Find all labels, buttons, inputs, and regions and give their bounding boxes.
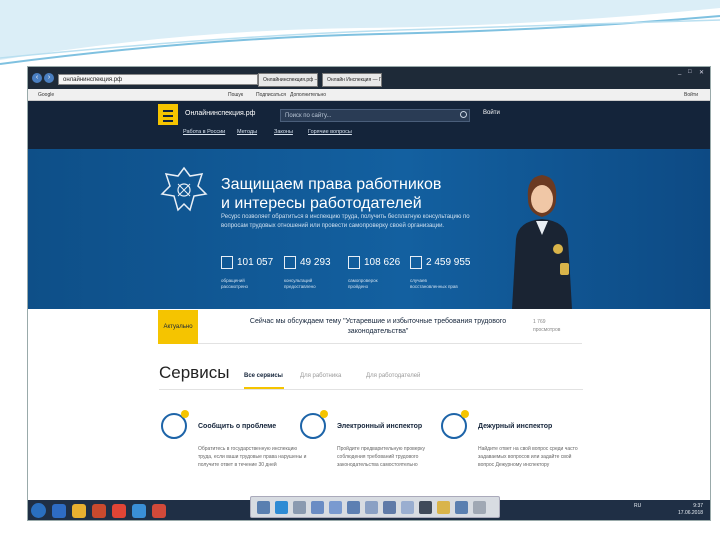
bookmark-search-engine[interactable]: Google bbox=[38, 92, 54, 98]
stat-label-line: предоставлено bbox=[284, 284, 316, 289]
document-icon bbox=[348, 256, 360, 269]
stat-label: консультаций предоставлено bbox=[284, 278, 316, 290]
stat-label: самопроверок пройдено bbox=[348, 278, 378, 290]
service-card-desc: Обратитесь в государственную инспекцию т… bbox=[198, 446, 307, 468]
bookmarks-bar: Google Пошук Подписаться Дополнительно В… bbox=[28, 89, 710, 101]
browser-tab-bar: ‹ › онлайнинспекция.рф Онлайнинспекция.р… bbox=[28, 67, 710, 89]
dock-icon[interactable] bbox=[347, 501, 360, 514]
divider bbox=[159, 389, 583, 390]
mail-icon bbox=[221, 256, 233, 269]
search-icon[interactable] bbox=[460, 111, 467, 118]
dock-icon[interactable] bbox=[329, 501, 342, 514]
address-bar[interactable]: онлайнинспекция.рф bbox=[58, 74, 258, 85]
inspector-photo bbox=[512, 175, 572, 309]
services-title: Сервисы bbox=[159, 363, 230, 382]
maximize-icon[interactable]: □ bbox=[688, 69, 692, 75]
dock-icon[interactable] bbox=[419, 501, 432, 514]
close-icon[interactable]: ✕ bbox=[699, 69, 704, 76]
browser-tab[interactable]: Онлайн Инспекция — Го... bbox=[322, 73, 382, 87]
bookmark-item[interactable]: Пошук bbox=[228, 92, 243, 98]
stat-label: обращений рассмотрено bbox=[221, 278, 248, 290]
language-indicator[interactable]: RU bbox=[634, 503, 641, 510]
actual-topic-text[interactable]: Сейчас мы обсуждаем тему "Устаревшие и и… bbox=[228, 317, 528, 337]
stat-number: 2 459 955 bbox=[426, 257, 471, 268]
dock-icon[interactable] bbox=[275, 501, 288, 514]
stat-number: 108 626 bbox=[364, 257, 401, 268]
dock-icon[interactable] bbox=[365, 501, 378, 514]
badge-icon bbox=[320, 410, 328, 418]
clock: 9:37 17.06.2018 bbox=[678, 503, 703, 517]
hero-banner: Защищаем права работников и интересы раб… bbox=[28, 149, 710, 309]
service-card-desc: Пройдите предварительную проверку соблюд… bbox=[337, 446, 426, 468]
menu-icon[interactable] bbox=[158, 104, 178, 125]
tab-for-employer[interactable]: Для работодателей bbox=[366, 373, 420, 379]
subnav-link[interactable]: Горячие вопросы bbox=[308, 129, 352, 135]
presentation-dock bbox=[250, 496, 500, 518]
hero-title-line: и интересы работодателей bbox=[221, 195, 422, 212]
stat-label: случаев восстановленных прав bbox=[410, 278, 458, 290]
calendar-icon bbox=[284, 256, 296, 269]
eagle-emblem-icon bbox=[160, 166, 208, 212]
clock-time: 9:37 bbox=[693, 503, 704, 509]
dock-icon[interactable] bbox=[401, 501, 414, 514]
browser-tab[interactable]: Онлайнинспекция.рф — ... bbox=[258, 73, 318, 87]
browser-screenshot: ‹ › онлайнинспекция.рф Онлайнинспекция.р… bbox=[27, 66, 711, 521]
chrome-icon[interactable] bbox=[132, 504, 146, 518]
gavel-icon bbox=[410, 256, 422, 269]
service-card-title[interactable]: Сообщить о проблеме bbox=[198, 423, 276, 430]
tab-all-services[interactable]: Все сервисы bbox=[244, 373, 283, 379]
hero-title: Защищаем права работников и интересы раб… bbox=[221, 175, 501, 213]
badge-icon bbox=[461, 410, 469, 418]
forward-icon[interactable]: › bbox=[44, 73, 54, 83]
dock-icon[interactable] bbox=[473, 501, 486, 514]
dock-icon[interactable] bbox=[455, 501, 468, 514]
badge-icon bbox=[181, 410, 189, 418]
bookmark-item[interactable]: Подписаться bbox=[256, 92, 286, 98]
subnav-link[interactable]: Законы bbox=[274, 129, 293, 135]
media-icon[interactable] bbox=[92, 504, 106, 518]
minimize-icon[interactable]: _ bbox=[678, 69, 681, 75]
dock-icon[interactable] bbox=[383, 501, 396, 514]
actual-topic-strip[interactable]: Актуально Сейчас мы обсуждаем тему "Уста… bbox=[158, 310, 582, 344]
service-card-title[interactable]: Дежурный инспектор bbox=[478, 423, 552, 430]
dock-icon[interactable] bbox=[437, 501, 450, 514]
folder-icon[interactable] bbox=[72, 504, 86, 518]
search-input[interactable]: Поиск по сайту... bbox=[280, 109, 470, 122]
actual-tag: Актуально bbox=[158, 310, 198, 344]
yandex-icon[interactable] bbox=[112, 504, 126, 518]
stat-label-line: восстановленных прав bbox=[410, 284, 458, 289]
dock-icon[interactable] bbox=[311, 501, 324, 514]
views-counter: 1 769 просмотров bbox=[533, 318, 560, 334]
site-header: Онлайнинспекция.рф Поиск по сайту... Вой… bbox=[28, 101, 710, 149]
start-button-icon[interactable] bbox=[31, 503, 46, 518]
stat-number: 49 293 bbox=[300, 257, 331, 268]
app-icon[interactable] bbox=[152, 504, 166, 518]
subnav-link[interactable]: Работа в России bbox=[183, 129, 225, 135]
stat-label-line: пройдено bbox=[348, 284, 369, 289]
service-card-title[interactable]: Электронный инспектор bbox=[337, 423, 422, 430]
eye-icon-count: 1 769 bbox=[533, 319, 546, 325]
ie-icon[interactable] bbox=[52, 504, 66, 518]
views-label: просмотров bbox=[533, 327, 561, 333]
dock-icon[interactable] bbox=[293, 501, 306, 514]
service-card-desc: Найдите ответ на свой вопрос среди часто… bbox=[478, 446, 578, 468]
clock-date: 17.06.2018 bbox=[678, 510, 704, 516]
dock-icon[interactable] bbox=[257, 501, 270, 514]
tab-for-employee[interactable]: Для работника bbox=[300, 373, 341, 379]
hero-description: Ресурс позволяет обратиться в инспекцию … bbox=[221, 214, 470, 229]
bookmark-login[interactable]: Войти bbox=[684, 92, 698, 98]
site-logo[interactable]: Онлайнинспекция.рф bbox=[185, 110, 255, 117]
stat-number: 101 057 bbox=[237, 257, 274, 268]
back-icon[interactable]: ‹ bbox=[32, 73, 42, 83]
login-link[interactable]: Войти bbox=[483, 110, 500, 116]
subnav-link[interactable]: Методы bbox=[237, 129, 257, 135]
stat-label-line: рассмотрено bbox=[221, 284, 249, 289]
hero-title-line: Защищаем права работников bbox=[221, 176, 442, 193]
decorative-wave bbox=[0, 0, 720, 65]
bookmark-item[interactable]: Дополнительно bbox=[290, 92, 326, 98]
